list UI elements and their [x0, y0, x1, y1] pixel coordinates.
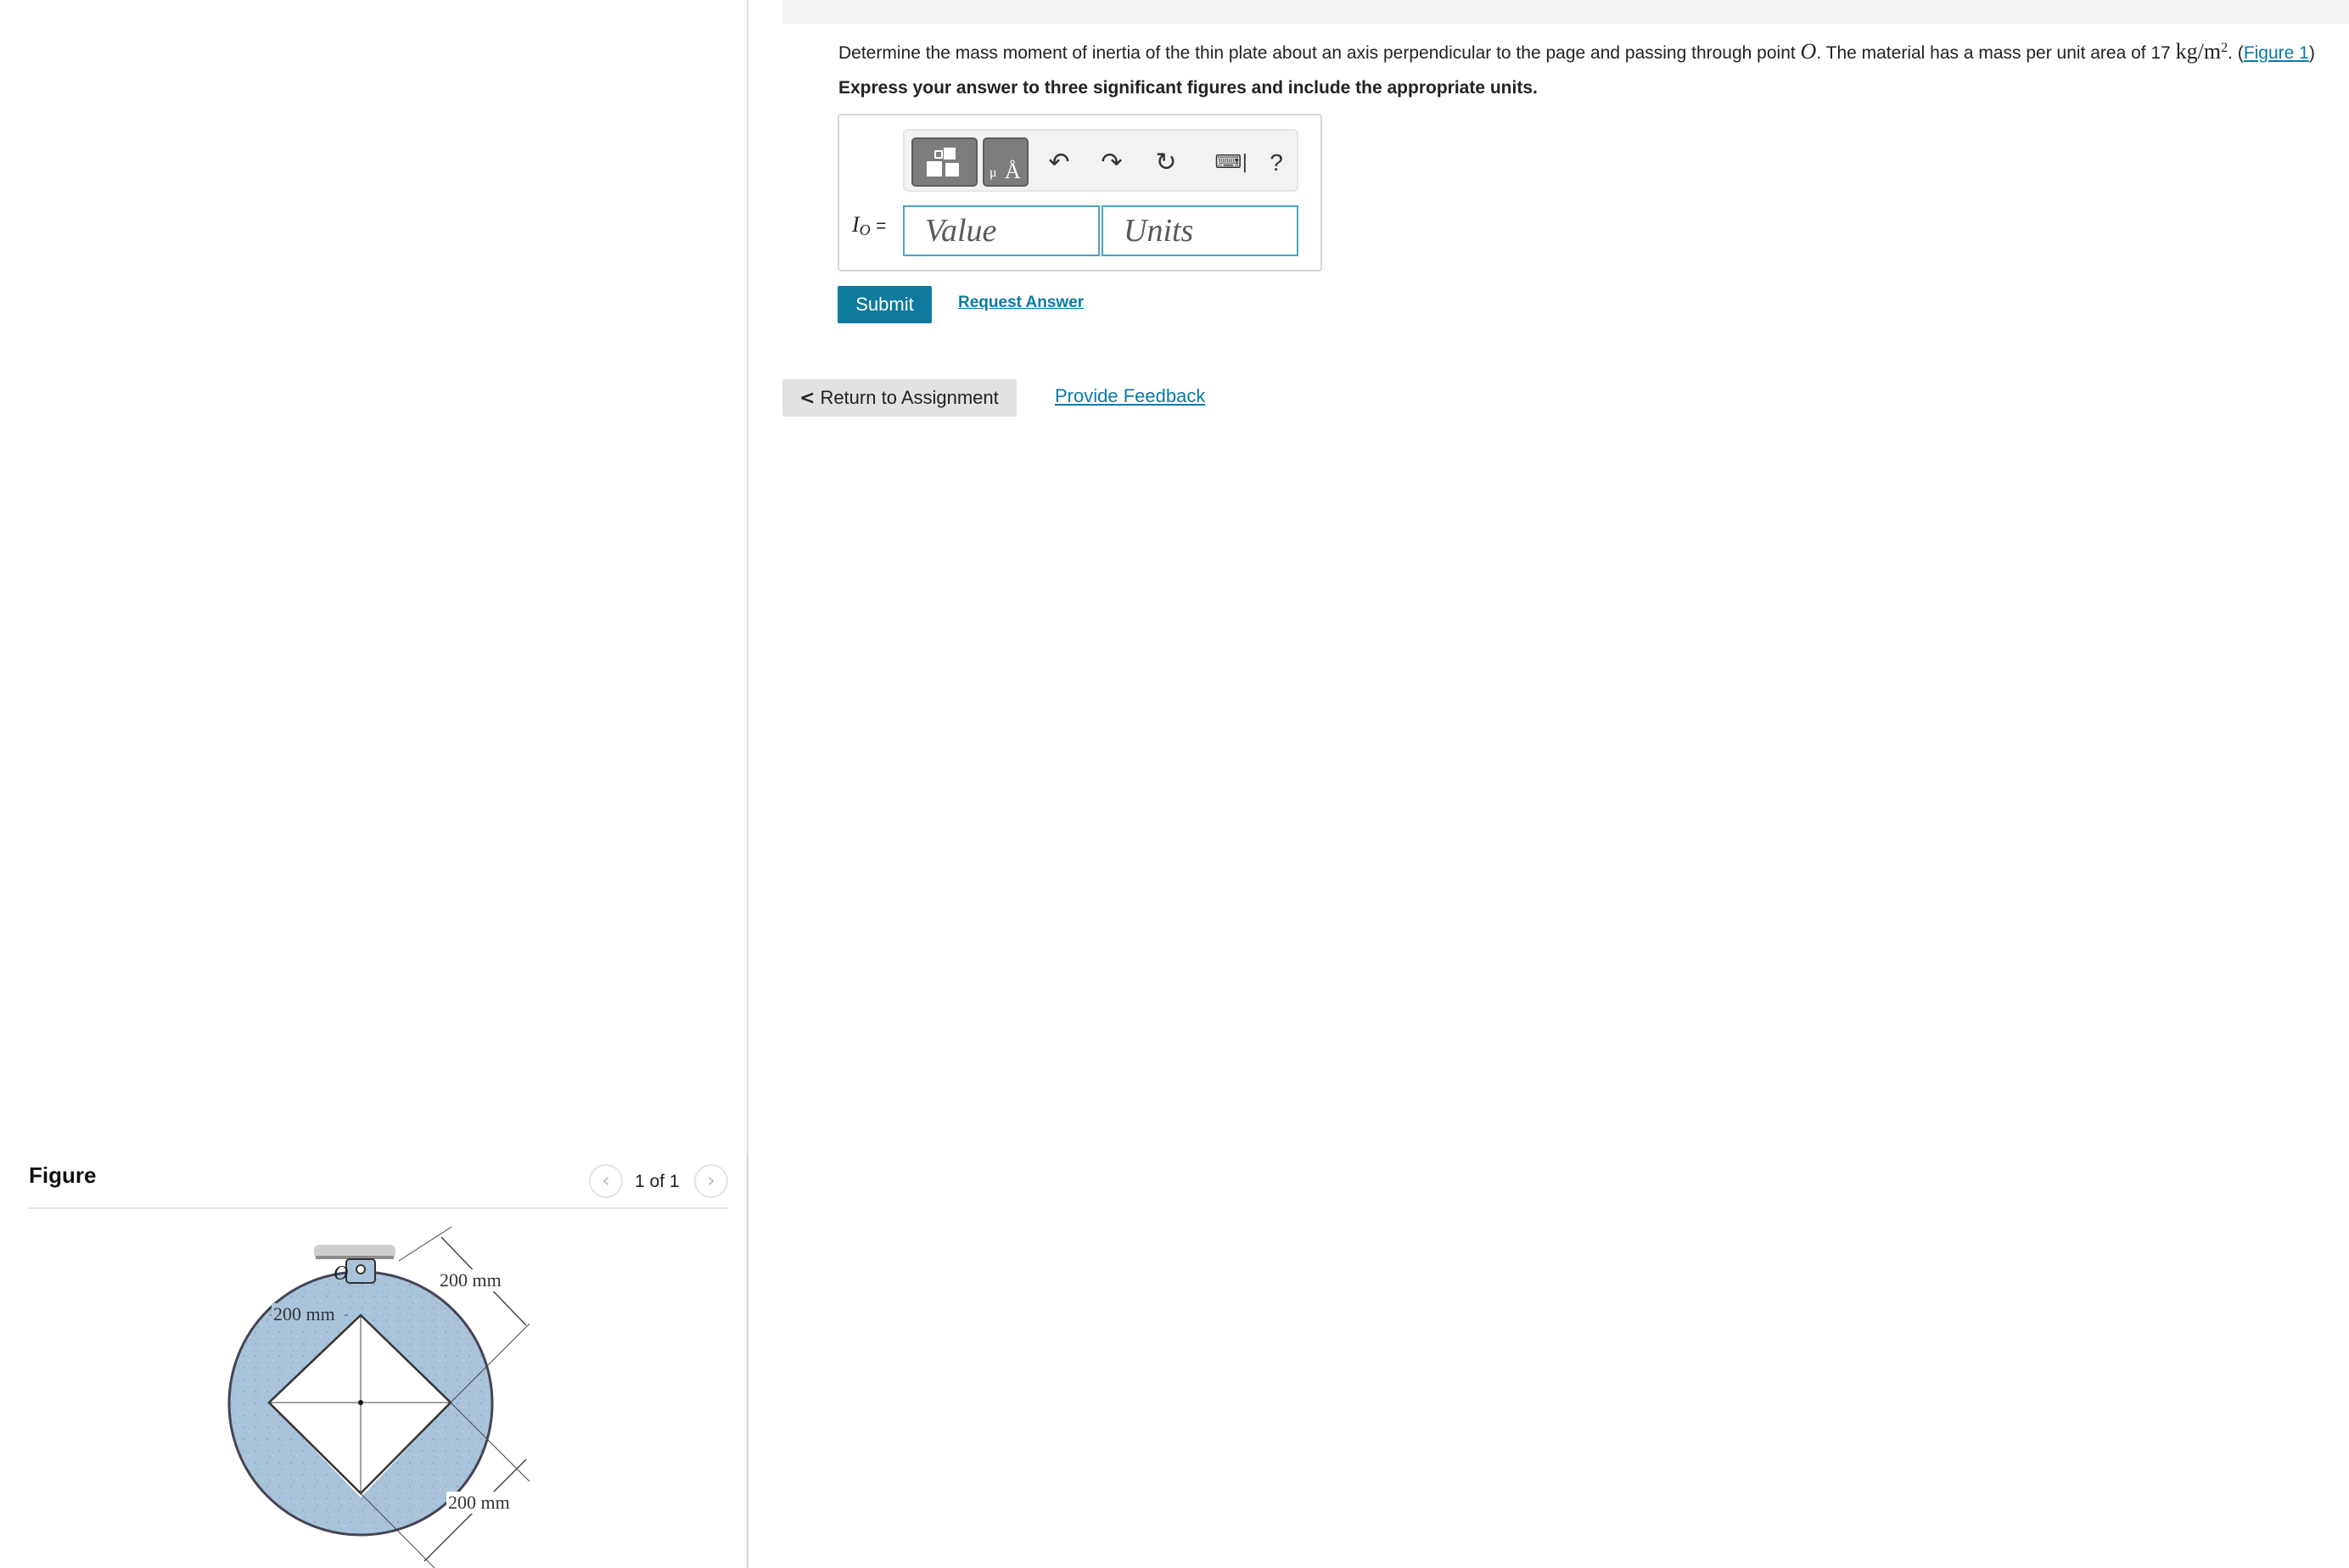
figure-pager: 1 of 1: [635, 1172, 680, 1191]
point-o-symbol: O: [1800, 39, 1817, 64]
figure-panel: Figure ‹ 1 of 1 › O 200 mm 200 mm 200 mm: [0, 0, 747, 1568]
reset-icon[interactable]: ↻: [1149, 146, 1183, 180]
undo-icon[interactable]: ↶: [1042, 146, 1076, 180]
point-o-label: O: [334, 1263, 348, 1285]
previous-figure-button[interactable]: ‹: [589, 1164, 623, 1198]
redo-icon[interactable]: ↷: [1095, 146, 1129, 180]
request-answer-link[interactable]: Request Answer: [958, 294, 1084, 312]
dimension-label-bottom-right: 200 mm: [448, 1492, 510, 1513]
chevron-left-icon: <: [799, 388, 816, 409]
figure-divider: [29, 1207, 728, 1209]
value-input[interactable]: [903, 205, 1100, 256]
units-exponent: 2: [2221, 41, 2228, 55]
units-symbol-button[interactable]: μ Å: [983, 137, 1029, 187]
templates-icon: [927, 148, 959, 176]
units-kg: kg: [2175, 39, 2198, 64]
help-icon[interactable]: ?: [1259, 146, 1293, 180]
answer-label: IO =: [852, 212, 887, 238]
return-to-assignment-label: Return to Assignment: [820, 387, 999, 408]
figure-link[interactable]: Figure 1: [2244, 43, 2309, 63]
math-toolbar: μ Å ↶ ↷ ↻ ⌨| ?: [903, 129, 1298, 192]
instruction-text: Express your answer to three significant…: [838, 78, 1538, 98]
panel-divider-accent: [747, 1154, 748, 1568]
svg-text:Å: Å: [1005, 159, 1021, 183]
svg-text:μ: μ: [989, 165, 997, 180]
provide-feedback-link[interactable]: Provide Feedback: [1055, 385, 1205, 407]
chevron-left-icon: ‹: [602, 1168, 610, 1192]
return-to-assignment-button[interactable]: < Return to Assignment: [782, 379, 1017, 417]
submit-button[interactable]: Submit: [838, 286, 932, 323]
thin-plate-figure: O 200 mm 200 mm 200 mm: [227, 1226, 530, 1568]
units-input[interactable]: [1102, 205, 1298, 256]
chevron-right-icon: ›: [707, 1168, 715, 1192]
header-strip: [782, 0, 2349, 24]
units-symbol-icon: μ Å: [989, 159, 1021, 183]
question-text: Determine the mass moment of inertia of …: [838, 39, 2315, 64]
keyboard-icon[interactable]: ⌨|: [1208, 146, 1254, 180]
units-m: m: [2203, 39, 2222, 64]
figure-title: Figure: [29, 1162, 97, 1188]
dimension-label-top-right: 200 mm: [440, 1269, 502, 1291]
next-figure-button[interactable]: ›: [694, 1164, 728, 1198]
dimension-label-left: 200 mm: [273, 1303, 335, 1324]
templates-button[interactable]: [911, 137, 978, 187]
